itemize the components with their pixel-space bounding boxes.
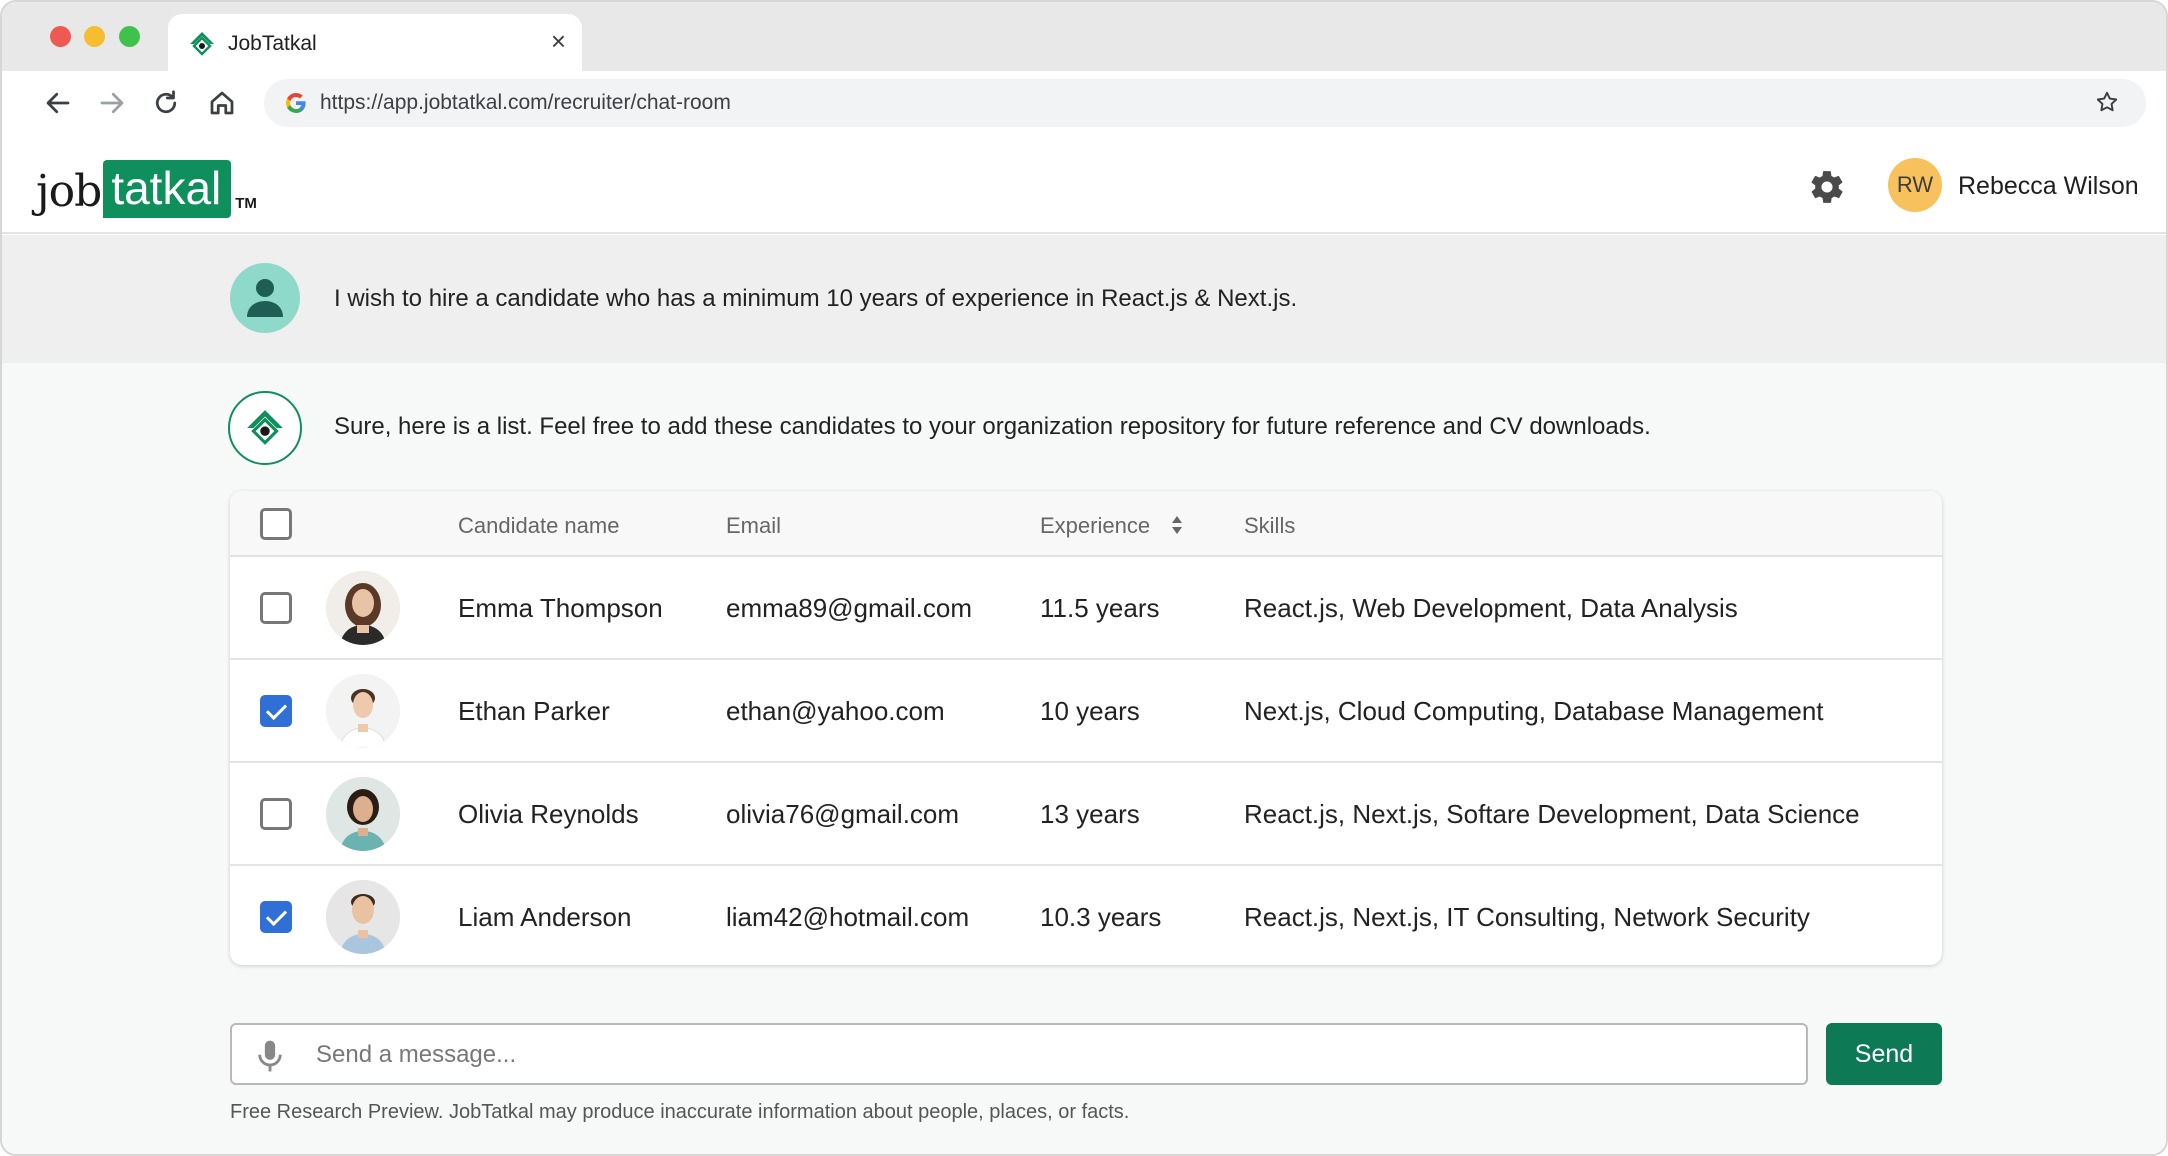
url-text: https://app.jobtatkal.com/recruiter/chat… — [320, 91, 731, 114]
send-button[interactable]: Send — [1826, 1023, 1942, 1085]
user-name[interactable]: Rebecca Wilson — [1958, 172, 2139, 201]
microphone-icon[interactable] — [254, 1038, 286, 1074]
column-header-experience[interactable]: Experience — [1040, 513, 1150, 539]
user-person-icon — [230, 263, 300, 333]
candidate-skills: React.js, Next.js, Softare Development, … — [1244, 799, 1860, 829]
row-checkbox[interactable] — [260, 695, 292, 727]
candidate-skills: Next.js, Cloud Computing, Database Manag… — [1244, 696, 1824, 726]
home-icon — [210, 91, 234, 115]
table-row: Emma Thompson emma89@gmail.com 11.5 year… — [230, 557, 1942, 660]
row-checkbox[interactable] — [260, 901, 292, 933]
close-window-button[interactable] — [50, 26, 71, 47]
forward-button[interactable] — [94, 85, 130, 121]
logo-trademark: TM — [235, 195, 257, 212]
table-row: Liam Anderson liam42@hotmail.com 10.3 ye… — [230, 866, 1942, 965]
user-message-row: I wish to hire a candidate who has a min… — [2, 235, 2166, 363]
logo-text-tatkal: tatkal — [103, 160, 232, 218]
column-header-name: Candidate name — [458, 513, 620, 538]
tab-close-icon[interactable]: × — [551, 26, 566, 56]
candidates-table: Candidate name Email Experience Skills E… — [230, 491, 1942, 965]
bookmark-star-icon[interactable] — [2094, 89, 2120, 115]
disclaimer-text: Free Research Preview. JobTatkal may pro… — [230, 1101, 1130, 1123]
candidate-photo — [326, 777, 400, 851]
candidate-email: olivia76@gmail.com — [726, 799, 960, 829]
candidate-experience: 10 years — [1040, 696, 1140, 726]
google-icon — [285, 93, 306, 114]
candidate-skills: React.js, Next.js, IT Consulting, Networ… — [1244, 902, 1810, 932]
candidate-photo — [326, 571, 400, 645]
candidate-email: emma89@gmail.com — [726, 593, 973, 623]
maximize-window-button[interactable] — [119, 26, 140, 47]
bot-message-text: Sure, here is a list. Feel free to add t… — [334, 413, 1651, 440]
candidate-experience: 13 years — [1040, 799, 1140, 829]
logo-text-job: job — [36, 166, 102, 217]
browser-window: JobTatkal × https://app.jobtatkal.com/re… — [0, 0, 2168, 1156]
table-row: Ethan Parker ethan@yahoo.com 10 years Ne… — [230, 660, 1942, 763]
message-composer — [230, 1023, 1808, 1085]
user-avatar[interactable]: RW — [1888, 158, 1942, 212]
candidate-name: Liam Anderson — [458, 902, 632, 932]
candidate-skills: React.js, Web Development, Data Analysis — [1244, 593, 1738, 623]
candidate-email: ethan@yahoo.com — [726, 696, 945, 726]
column-header-skills: Skills — [1244, 513, 1296, 538]
browser-toolbar: https://app.jobtatkal.com/recruiter/chat… — [2, 71, 2166, 138]
candidate-email: liam42@hotmail.com — [726, 902, 970, 932]
candidate-photo — [326, 674, 400, 748]
browser-tab[interactable]: JobTatkal × — [168, 14, 582, 71]
column-header-email: Email — [726, 513, 782, 538]
jobtatkal-bot-icon — [228, 391, 302, 465]
candidate-name: Emma Thompson — [458, 593, 663, 623]
jobtatkal-favicon-icon — [190, 32, 214, 56]
message-input[interactable] — [316, 1035, 1776, 1075]
candidate-experience: 11.5 years — [1040, 593, 1160, 623]
arrow-right-icon — [100, 92, 124, 114]
select-all-checkbox[interactable] — [260, 508, 292, 540]
row-checkbox[interactable] — [260, 592, 292, 624]
minimize-window-button[interactable] — [84, 26, 105, 47]
reload-icon — [155, 90, 177, 114]
row-checkbox[interactable] — [260, 798, 292, 830]
address-bar[interactable]: https://app.jobtatkal.com/recruiter/chat… — [264, 79, 2146, 127]
jobtatkal-logo[interactable]: job tatkal TM — [36, 156, 257, 218]
candidate-experience: 10.3 years — [1040, 902, 1162, 932]
tab-title: JobTatkal — [228, 32, 317, 55]
home-button[interactable] — [204, 85, 240, 121]
table-row: Olivia Reynolds olivia76@gmail.com 13 ye… — [230, 763, 1942, 866]
candidate-name: Olivia Reynolds — [458, 799, 639, 829]
reload-button[interactable] — [148, 85, 184, 121]
back-button[interactable] — [40, 85, 76, 121]
sort-icon[interactable] — [1170, 513, 1184, 537]
candidate-photo — [326, 880, 400, 954]
settings-gear-icon[interactable] — [1808, 168, 1846, 206]
user-message-text: I wish to hire a candidate who has a min… — [334, 285, 1298, 312]
app-header: job tatkal TM RW Rebecca Wilson — [2, 138, 2166, 234]
table-header: Candidate name Email Experience Skills — [230, 491, 1942, 557]
candidate-name: Ethan Parker — [458, 696, 610, 726]
tab-strip: JobTatkal × — [2, 2, 2166, 71]
chat-room: I wish to hire a candidate who has a min… — [2, 235, 2166, 1154]
arrow-left-icon — [46, 92, 70, 114]
